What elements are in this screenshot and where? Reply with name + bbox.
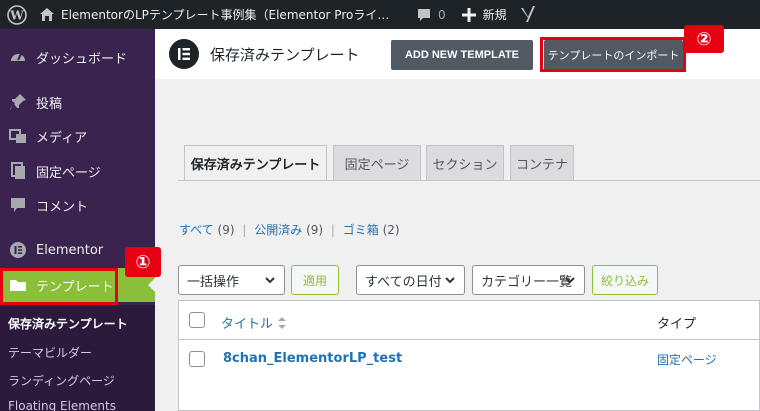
filter-all-count: (9) <box>217 223 235 237</box>
home-icon <box>38 6 56 24</box>
admin-bar: W ElementorのLPテンプレート事例集（Elementor Proライセ… <box>0 0 760 29</box>
filter-button[interactable]: 絞り込み <box>592 265 658 295</box>
chevron-down-icon <box>565 277 575 284</box>
comment-icon <box>0 196 36 214</box>
category-filter-value: カテゴリー一覧 <box>481 274 573 290</box>
sidebar-item-pages[interactable]: 固定ページ <box>0 154 155 188</box>
sidebar-item-label: ダッシュボード <box>36 51 128 67</box>
sidebar-item-label: Elementor <box>36 242 104 258</box>
column-header-title[interactable]: タイトル <box>221 313 287 332</box>
templates-submenu: 保存済みテンプレート テーマビルダー ランディングページ Floating El… <box>0 305 155 411</box>
dashboard-icon <box>0 48 36 66</box>
table-header-row: タイトル タイプ <box>179 301 760 340</box>
sidebar-item-posts[interactable]: 投稿 <box>0 85 155 119</box>
template-title-link[interactable]: 8chan_ElementorLP_test <box>223 351 402 366</box>
comments-count: 0 <box>438 7 446 22</box>
date-filter-value: すべての日付 <box>365 274 442 290</box>
templates-table: タイトル タイプ 8chan_ElementorLP_test 固定ページ <box>178 300 760 411</box>
apply-button[interactable]: 適用 <box>291 265 339 295</box>
media-icon <box>0 127 36 145</box>
bulk-actions-value: 一括操作 <box>187 274 240 290</box>
bulk-actions-select[interactable]: 一括操作 <box>178 265 285 295</box>
template-type[interactable]: 固定ページ <box>657 351 717 368</box>
filter-published-link[interactable]: 公開済み <box>254 223 302 237</box>
column-title-label: タイトル <box>221 317 274 332</box>
elementor-logo-icon <box>169 39 199 69</box>
submenu-theme-builder[interactable]: テーマビルダー <box>8 344 92 361</box>
tabs-divider <box>178 180 760 181</box>
annotation-number-one: ① <box>125 247 161 277</box>
filter-all-link[interactable]: すべて <box>179 223 214 237</box>
tab-pages[interactable]: 固定ページ <box>333 145 421 181</box>
tab-containers[interactable]: コンテナ <box>510 145 574 181</box>
new-content-link[interactable]: 新規 <box>453 0 514 29</box>
site-title: ElementorのLPテンプレート事例集（Elementor Proライセンス… <box>61 8 401 22</box>
annotation-box-import <box>540 37 686 72</box>
column-header-type: タイプ <box>657 317 697 332</box>
tab-saved-templates[interactable]: 保存済みテンプレート <box>184 145 327 181</box>
wordpress-logo-icon[interactable]: W <box>0 0 34 29</box>
annotation-number-two: ② <box>684 25 724 53</box>
elementor-icon <box>0 241 36 259</box>
annotation-box-templates <box>0 268 118 305</box>
admin-sidebar: ダッシュボード 投稿 メディア 固定ページ コメント Elementor テンプ… <box>0 29 155 411</box>
sort-icon <box>278 316 287 329</box>
chevron-down-icon <box>445 277 455 284</box>
submenu-floating-elements[interactable]: Floating Elements <box>8 399 116 411</box>
yoast-icon[interactable] <box>514 0 542 29</box>
sidebar-item-label: 固定ページ <box>36 165 101 181</box>
select-all-checkbox[interactable] <box>189 312 205 328</box>
svg-text:W: W <box>9 8 24 22</box>
comments-link[interactable]: 0 <box>408 0 453 29</box>
sidebar-item-comments[interactable]: コメント <box>0 188 155 222</box>
comment-icon <box>415 6 433 24</box>
add-new-template-button[interactable]: ADD NEW TEMPLATE <box>391 40 533 70</box>
plus-icon <box>460 6 478 24</box>
sidebar-item-label: メディア <box>36 130 88 146</box>
filter-trash-count: (2) <box>382 223 400 237</box>
new-label: 新規 <box>482 8 507 22</box>
category-filter-select[interactable]: カテゴリー一覧 <box>472 265 585 295</box>
submenu-saved-templates[interactable]: 保存済みテンプレート <box>8 315 128 332</box>
sidebar-item-label: 投稿 <box>36 96 63 112</box>
page-title: 保存済みテンプレート <box>210 46 360 64</box>
filter-published-count: (9) <box>306 223 324 237</box>
status-filter-links: すべて (9) | 公開済み (9) | ゴミ箱 (2) <box>179 223 400 237</box>
site-name-link[interactable]: ElementorのLPテンプレート事例集（Elementor Proライセンス… <box>34 0 408 29</box>
sidebar-item-label: コメント <box>36 199 89 215</box>
submenu-landing-pages[interactable]: ランディングページ <box>8 372 115 389</box>
row-checkbox[interactable] <box>189 351 205 367</box>
pin-icon <box>0 93 36 111</box>
chevron-down-icon <box>265 277 275 284</box>
tab-sections[interactable]: セクション <box>426 145 504 181</box>
sidebar-item-media[interactable]: メディア <box>0 119 155 153</box>
filter-trash-link[interactable]: ゴミ箱 <box>343 223 379 237</box>
date-filter-select[interactable]: すべての日付 <box>356 265 465 295</box>
page-icon <box>0 162 36 180</box>
sidebar-item-dashboard[interactable]: ダッシュボード <box>0 40 155 74</box>
